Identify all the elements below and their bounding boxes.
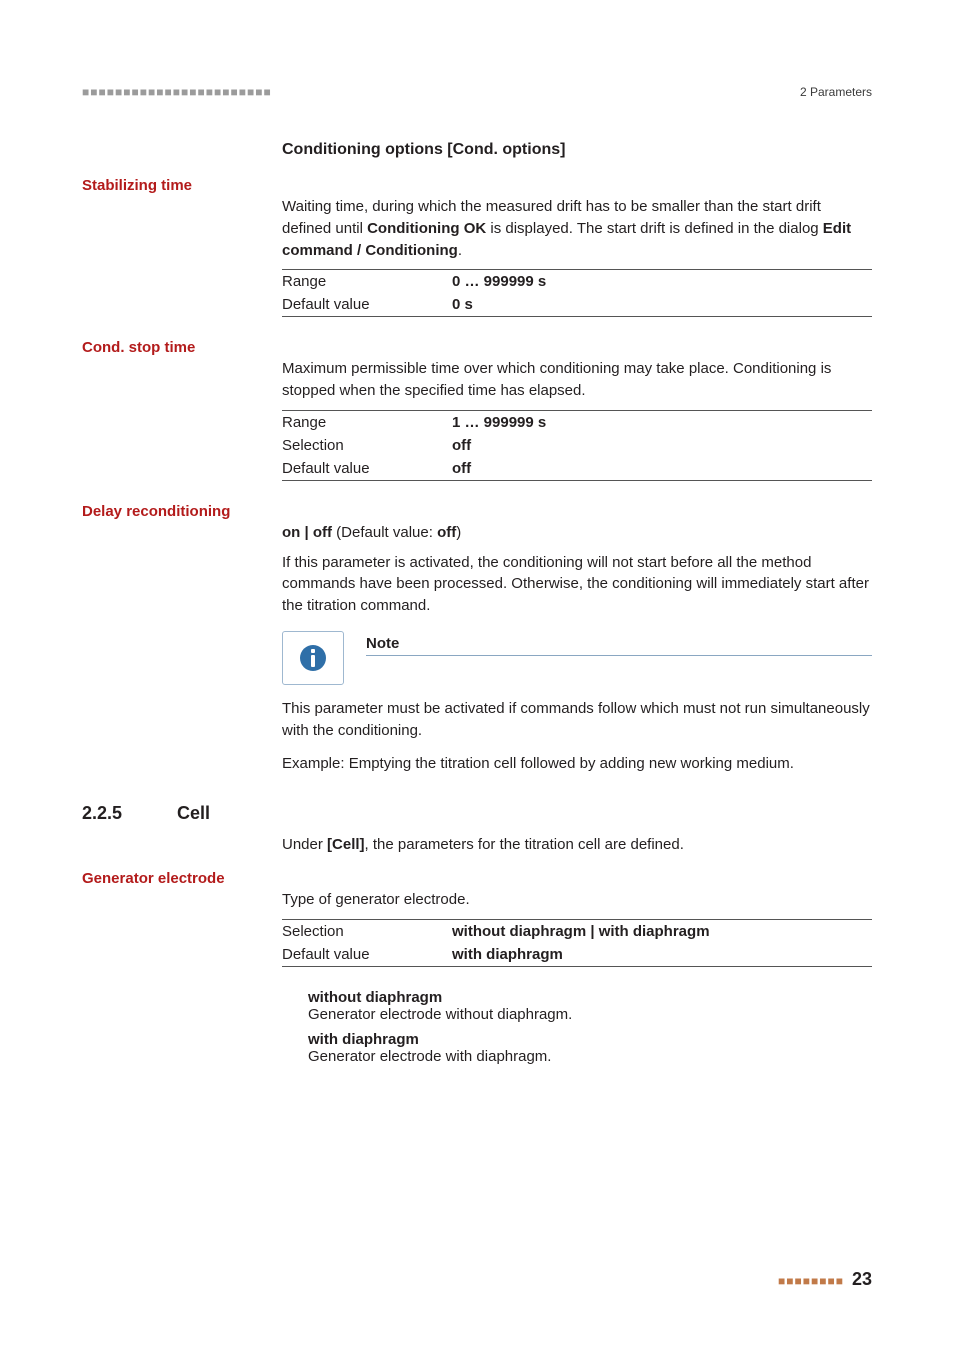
cond-options-heading: Conditioning options [Cond. options]: [282, 141, 872, 159]
row-value: without diaphragm | with diaphragm: [452, 923, 710, 940]
header-section-label: 2 Parameters: [800, 85, 872, 99]
text: (Default value:: [332, 524, 437, 541]
table-row: Range 0 … 999999 s: [282, 270, 872, 293]
note-body: This parameter must be activated if comm…: [282, 698, 872, 775]
note-box: Note This parameter must be activated if…: [282, 631, 872, 775]
definition-term: without diaphragm: [308, 989, 872, 1006]
table-row: Range 1 … 999999 s: [282, 411, 872, 434]
cell-intro: Under [Cell], the parameters for the tit…: [282, 834, 872, 856]
header-decoration: ■■■■■■■■■■■■■■■■■■■■■■■: [82, 85, 272, 99]
text: , the parameters for the titration cell …: [365, 836, 684, 853]
table-row: Default value with diaphragm: [282, 943, 872, 966]
page-number: 23: [852, 1269, 872, 1290]
text-bold: on | off: [282, 524, 332, 541]
info-icon: [282, 631, 344, 685]
row-key: Range: [282, 273, 452, 290]
text-bold: off: [437, 524, 456, 541]
row-value: 0 s: [452, 296, 473, 313]
note-paragraph: Example: Emptying the titration cell fol…: [282, 753, 872, 775]
row-key: Default value: [282, 460, 452, 477]
row-key: Range: [282, 414, 452, 431]
cond-stop-time-label: Cond. stop time: [82, 339, 872, 356]
generator-electrode-label: Generator electrode: [82, 870, 872, 887]
stabilizing-time-table: Range 0 … 999999 s Default value 0 s: [282, 269, 872, 317]
text: is displayed. The start drift is defined…: [486, 220, 823, 237]
row-value: off: [452, 437, 471, 454]
row-value: 1 … 999999 s: [452, 414, 546, 431]
generator-electrode-desc: Type of generator electrode.: [282, 889, 872, 911]
cond-stop-time-table: Range 1 … 999999 s Selection off Default…: [282, 410, 872, 481]
row-value: with diaphragm: [452, 946, 563, 963]
definition-desc: Generator electrode with diaphragm.: [308, 1048, 872, 1065]
text-bold: [Cell]: [327, 836, 365, 853]
section-heading: 2.2.5 Cell: [82, 803, 872, 824]
cond-stop-time-desc: Maximum permissible time over which cond…: [282, 358, 872, 402]
delay-reconditioning-choice: on | off (Default value: off): [282, 522, 872, 544]
row-value: off: [452, 460, 471, 477]
definition-list: without diaphragm Generator electrode wi…: [308, 989, 872, 1065]
table-row: Selection without diaphragm | with diaph…: [282, 920, 872, 943]
row-key: Default value: [282, 296, 452, 313]
section-number: 2.2.5: [82, 803, 177, 824]
generator-electrode-table: Selection without diaphragm | with diaph…: [282, 919, 872, 967]
text-bold: Conditioning OK: [367, 220, 486, 237]
row-value: 0 … 999999 s: [452, 273, 546, 290]
row-key: Default value: [282, 946, 452, 963]
text: Under: [282, 836, 327, 853]
note-paragraph: This parameter must be activated if comm…: [282, 698, 872, 742]
delay-reconditioning-label: Delay reconditioning: [82, 503, 872, 520]
table-row: Default value 0 s: [282, 293, 872, 316]
definition-term: with diaphragm: [308, 1031, 872, 1048]
note-title: Note: [366, 635, 399, 652]
footer-decoration: ■■■■■■■■: [778, 1274, 844, 1288]
table-row: Default value off: [282, 457, 872, 480]
definition-desc: Generator electrode without diaphragm.: [308, 1006, 872, 1023]
stabilizing-time-desc: Waiting time, during which the measured …: [282, 196, 872, 261]
section-title: Cell: [177, 803, 210, 824]
text: ): [456, 524, 461, 541]
page-footer: ■■■■■■■■ 23: [778, 1269, 872, 1290]
row-key: Selection: [282, 923, 452, 940]
delay-reconditioning-desc: If this parameter is activated, the cond…: [282, 552, 872, 617]
stabilizing-time-label: Stabilizing time: [82, 177, 872, 194]
page-header: ■■■■■■■■■■■■■■■■■■■■■■■ 2 Parameters: [82, 85, 872, 99]
table-row: Selection off: [282, 434, 872, 457]
text: .: [458, 242, 462, 259]
row-key: Selection: [282, 437, 452, 454]
